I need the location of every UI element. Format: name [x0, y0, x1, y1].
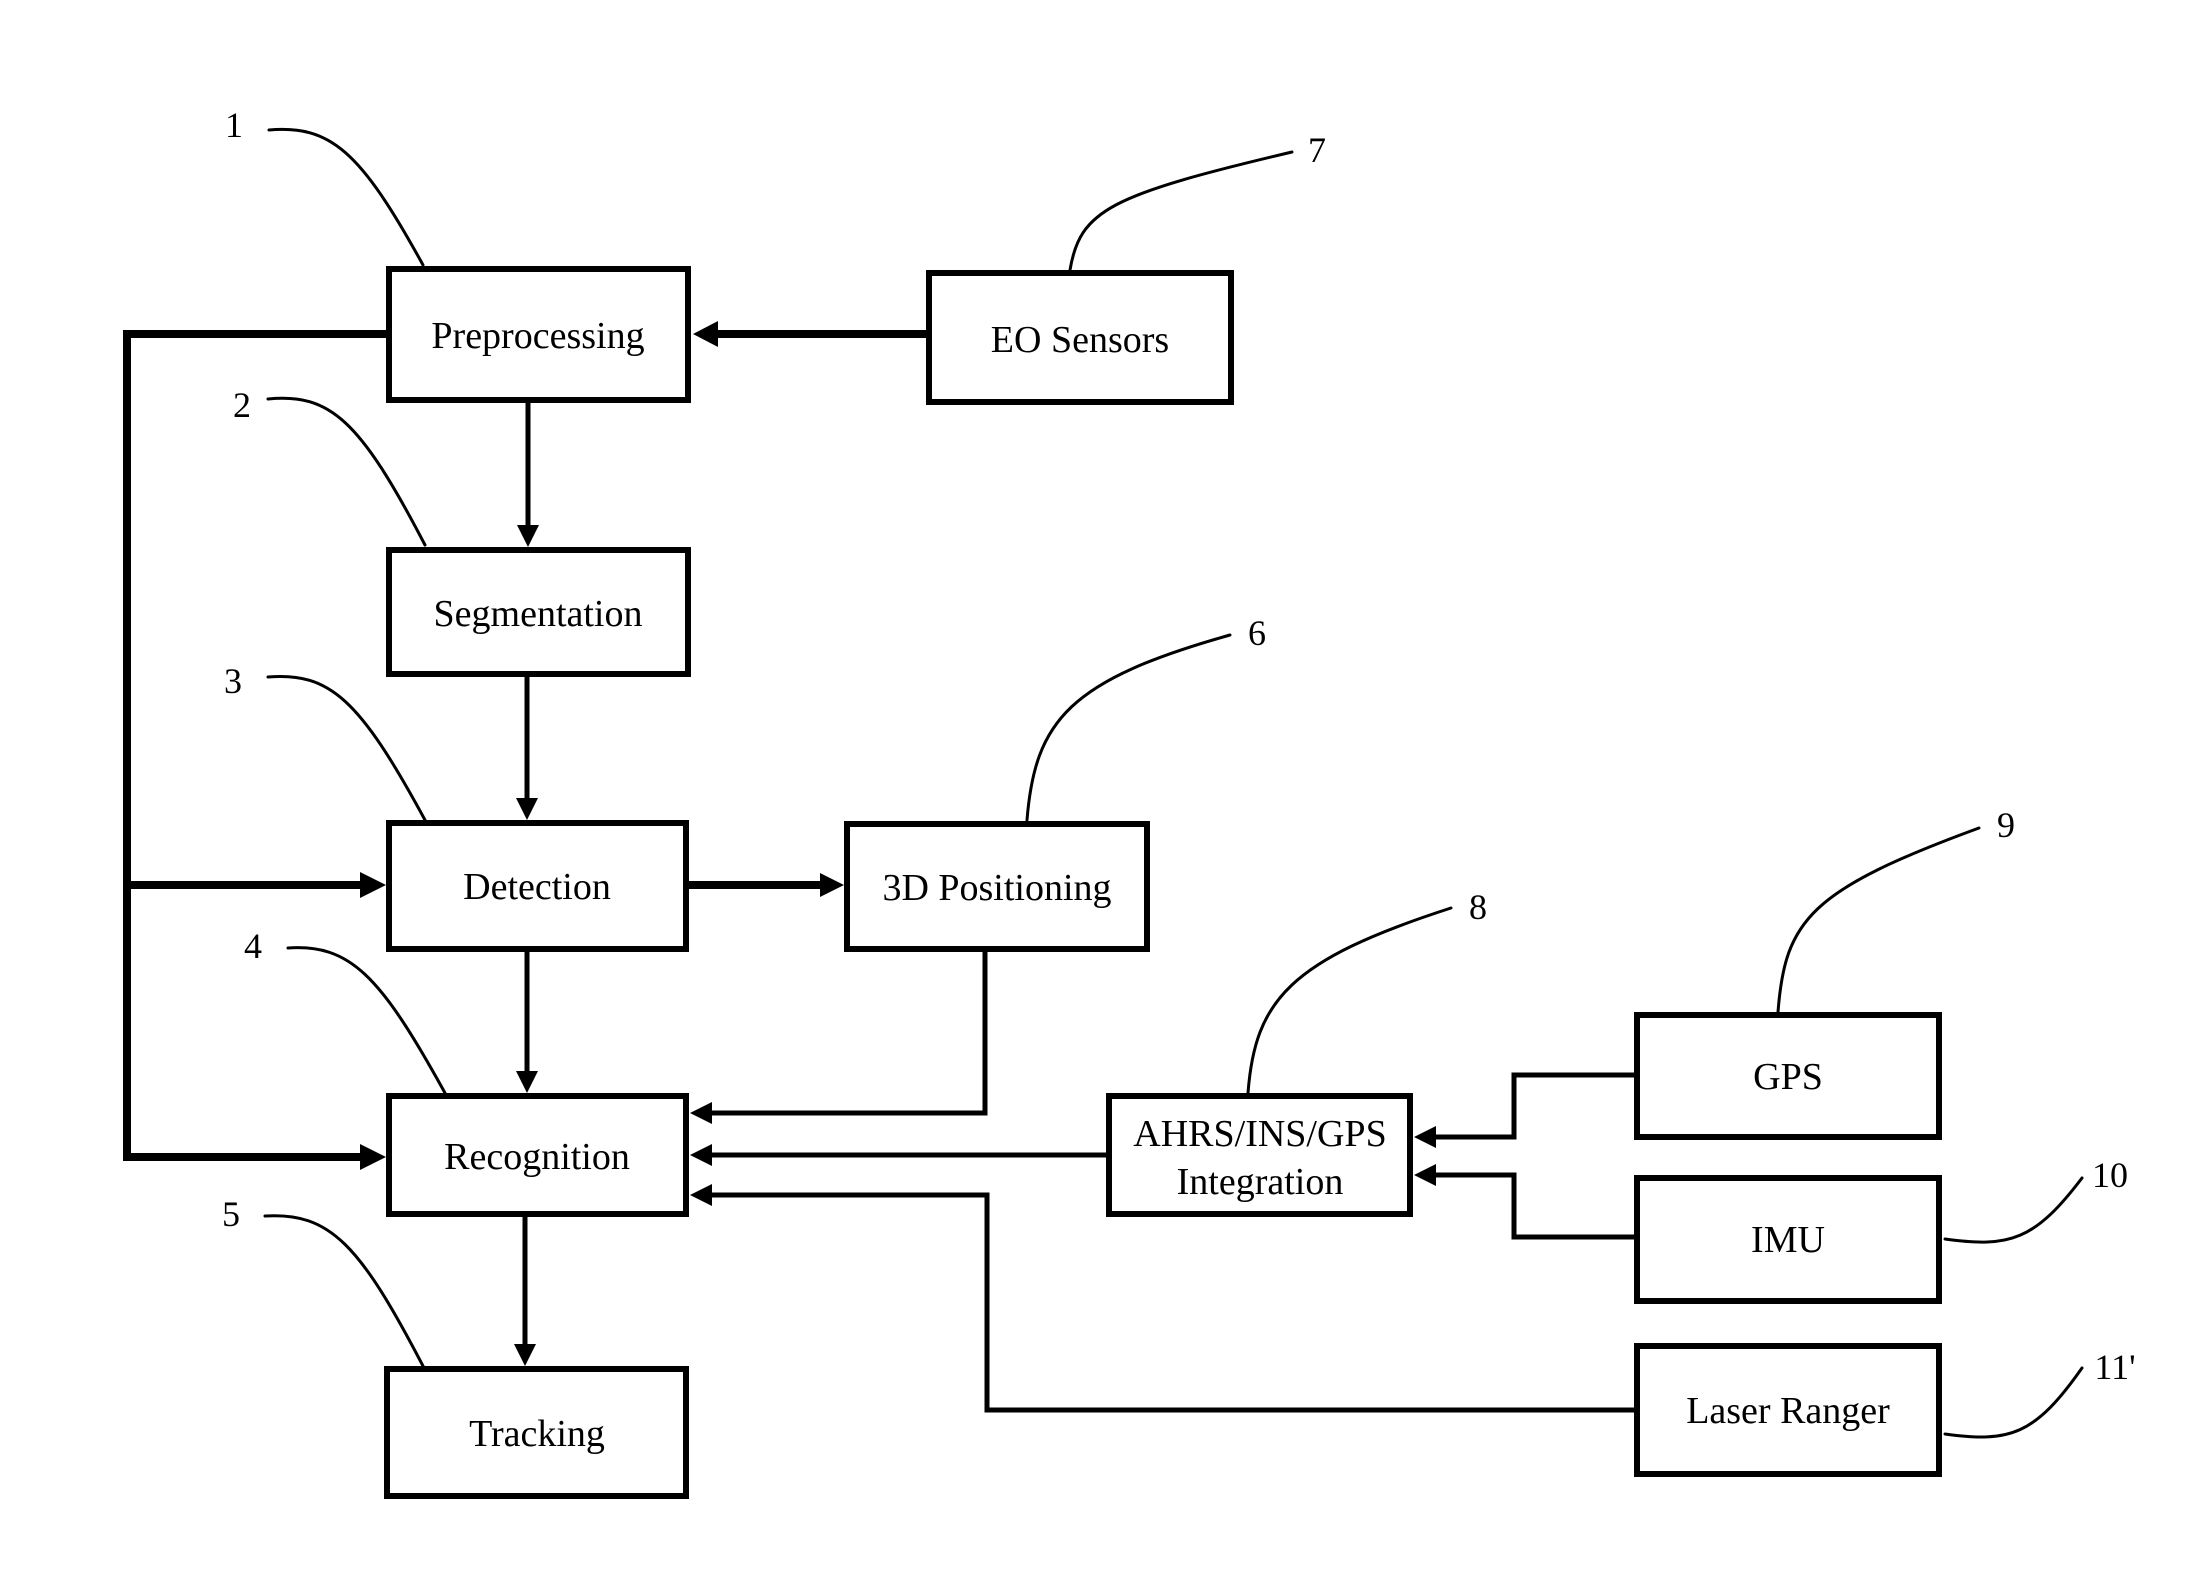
- block-segmentation-label: Segmentation: [434, 593, 643, 635]
- wire-gps-to-ahrs: [1429, 1072, 1637, 1140]
- leader-3: [266, 674, 427, 822]
- wire-3d-to-recognition: [705, 949, 988, 1116]
- arrowhead-imu-to-ahrs: [1414, 1164, 1436, 1186]
- leader-1: [267, 127, 425, 267]
- block-ahrs-integration-label-line1: AHRS/INS/GPS: [1133, 1113, 1386, 1155]
- arrowhead-segmentation-to-detection: [516, 798, 538, 820]
- arrowhead-3d-to-recognition: [690, 1102, 712, 1124]
- arrowhead-eo-to-preprocessing: [693, 321, 718, 347]
- block-segmentation[interactable]: Segmentation: [386, 547, 691, 677]
- block-3d-positioning[interactable]: 3D Positioning: [844, 821, 1150, 952]
- block-tracking-label: Tracking: [469, 1413, 605, 1455]
- ref-label-8: 8: [1469, 887, 1487, 927]
- block-gps-label: GPS: [1753, 1056, 1823, 1098]
- block-imu[interactable]: IMU: [1634, 1175, 1942, 1304]
- ref-label-10: 10: [2092, 1155, 2128, 1195]
- arrowhead-rail-to-recognition: [360, 1144, 386, 1170]
- leader-8: [1246, 906, 1453, 1095]
- arrowhead-laser-to-recognition: [690, 1184, 712, 1206]
- block-3d-positioning-label: 3D Positioning: [882, 867, 1111, 909]
- ref-label-6: 6: [1248, 613, 1266, 653]
- arrowhead-preprocessing-to-segmentation: [517, 525, 539, 547]
- leader-2: [266, 396, 427, 547]
- ref-label-4: 4: [244, 926, 262, 966]
- block-laser-ranger-label: Laser Ranger: [1686, 1390, 1890, 1432]
- arrowhead-ahrs-to-recognition: [690, 1144, 712, 1166]
- leader-11: [1943, 1366, 2084, 1439]
- ref-label-3: 3: [224, 661, 242, 701]
- block-imu-label: IMU: [1751, 1219, 1825, 1261]
- leader-10: [1943, 1176, 2084, 1244]
- ref-label-1: 1: [225, 105, 243, 145]
- leader-5: [263, 1214, 425, 1368]
- leader-4: [286, 946, 447, 1095]
- wire-preprocessing-left-rail: [123, 330, 390, 1161]
- block-preprocessing-label: Preprocessing: [431, 315, 644, 357]
- block-preprocessing[interactable]: Preprocessing: [386, 266, 691, 403]
- block-diagram: Preprocessing EO Sensors Segmentation De…: [123, 105, 2136, 1499]
- block-recognition[interactable]: Recognition: [386, 1093, 689, 1217]
- block-ahrs-integration[interactable]: AHRS/INS/GPS Integration: [1106, 1093, 1413, 1217]
- block-eo-sensors[interactable]: EO Sensors: [926, 270, 1234, 405]
- block-recognition-label: Recognition: [444, 1136, 630, 1178]
- ref-label-11: 11': [2094, 1347, 2135, 1387]
- block-detection[interactable]: Detection: [386, 820, 689, 952]
- leader-9: [1776, 826, 1981, 1014]
- leader-7: [1068, 150, 1294, 272]
- arrowhead-detection-to-3d: [820, 873, 844, 897]
- block-laser-ranger[interactable]: Laser Ranger: [1634, 1343, 1942, 1477]
- block-tracking[interactable]: Tracking: [384, 1366, 689, 1499]
- ref-label-9: 9: [1997, 805, 2015, 845]
- arrowhead-recognition-to-tracking: [514, 1344, 536, 1366]
- arrowhead-rail-to-detection: [360, 872, 386, 898]
- ref-label-2: 2: [233, 385, 251, 425]
- block-detection-label: Detection: [463, 866, 611, 908]
- block-ahrs-integration-label-line2: Integration: [1177, 1161, 1344, 1203]
- leader-6: [1025, 633, 1232, 822]
- ref-label-5: 5: [222, 1194, 240, 1234]
- arrowhead-detection-to-recognition: [516, 1071, 538, 1093]
- arrowhead-gps-to-ahrs: [1414, 1126, 1436, 1148]
- block-eo-sensors-label: EO Sensors: [991, 319, 1169, 361]
- block-gps[interactable]: GPS: [1634, 1012, 1942, 1140]
- wire-imu-to-ahrs: [1429, 1172, 1637, 1240]
- ref-label-7: 7: [1308, 130, 1326, 170]
- wire-laser-to-recognition: [705, 1192, 1637, 1413]
